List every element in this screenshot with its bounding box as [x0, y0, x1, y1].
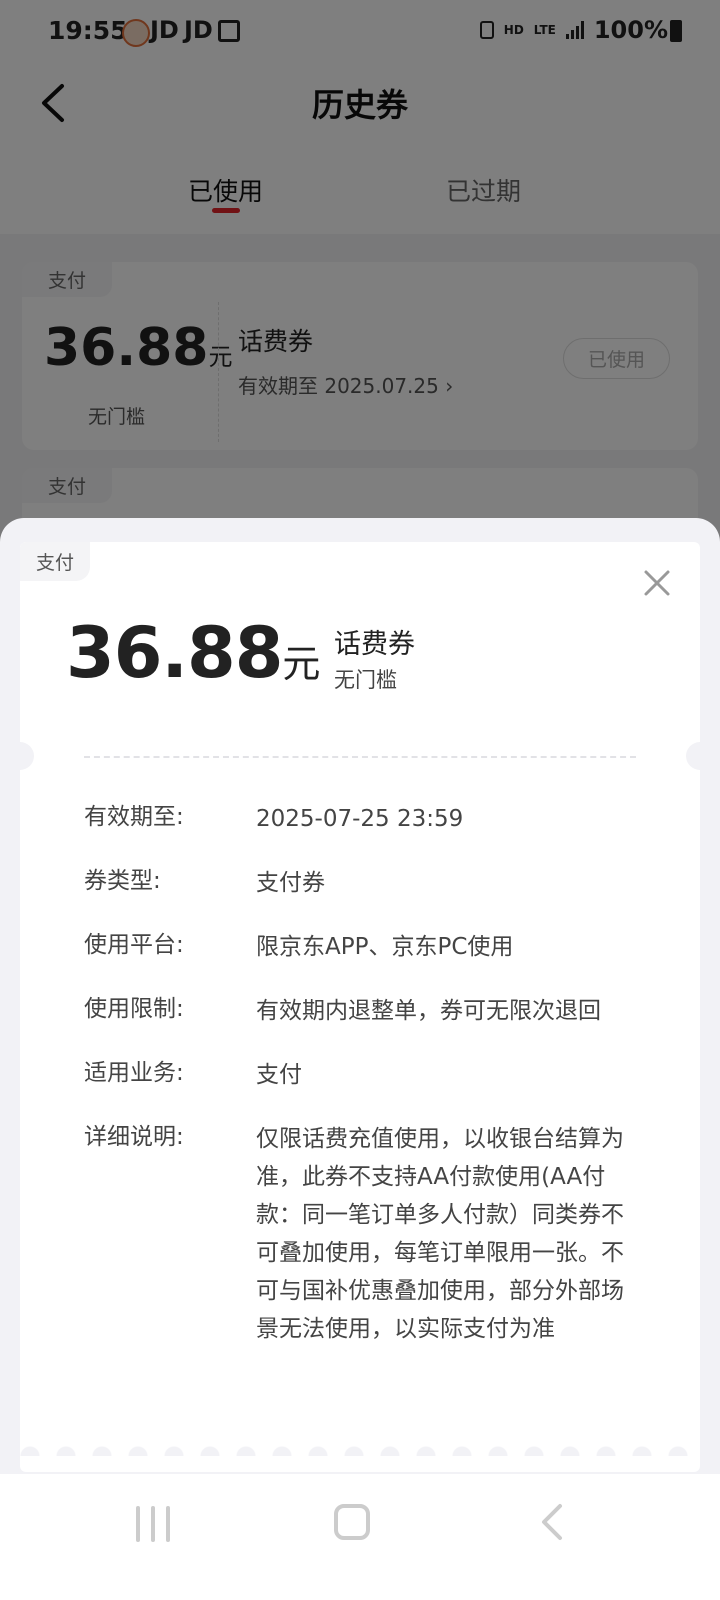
detail-value: 支付 [256, 1062, 302, 1088]
detail-label: 适用业务: [84, 1060, 184, 1086]
system-nav-bar [0, 1474, 720, 1600]
ticket-scalloped-edge [20, 1436, 700, 1456]
detail-row-platform: 使用平台: 限京东APP、京东PC使用 [84, 928, 644, 966]
recents-icon[interactable] [136, 1506, 170, 1542]
coupon-tag: 支付 [20, 542, 91, 581]
detail-label: 使用平台: [84, 932, 184, 958]
detail-value: 仅限话费充值使用，以收银台结算为准，此券不支持AA付款使用(AA付款：同一笔订单… [256, 1126, 624, 1342]
ticket-notch [686, 742, 700, 770]
coupon-amount: 36.88元 [66, 612, 320, 694]
coupon-threshold: 无门槛 [334, 668, 397, 692]
coupon-detail-sheet: 支付 36.88元 话费券 无门槛 有效期至: 2025-07-25 23:59… [0, 518, 720, 1600]
detail-row-description: 详细说明: 仅限话费充值使用，以收银台结算为准，此券不支持AA付款使用(AA付款… [84, 1120, 644, 1348]
detail-value: 限京东APP、京东PC使用 [256, 934, 514, 960]
detail-label: 有效期至: [84, 804, 184, 830]
dashed-divider [84, 756, 636, 758]
detail-label: 使用限制: [84, 996, 184, 1022]
coupon-name: 话费券 [334, 629, 415, 660]
ticket-notch [20, 742, 34, 770]
detail-value: 2025-07-25 23:59 [256, 806, 464, 832]
detail-label: 券类型: [84, 868, 161, 894]
detail-row-type: 券类型: 支付券 [84, 864, 644, 902]
coupon-detail-list: 有效期至: 2025-07-25 23:59 券类型: 支付券 使用平台: 限京… [84, 800, 644, 1374]
detail-value: 支付券 [256, 870, 325, 896]
detail-row-restriction: 使用限制: 有效期内退整单，券可无限次退回 [84, 992, 644, 1030]
detail-row-expiry: 有效期至: 2025-07-25 23:59 [84, 800, 644, 838]
detail-label: 详细说明: [84, 1124, 184, 1150]
detail-value: 有效期内退整单，券可无限次退回 [256, 998, 601, 1024]
detail-row-business: 适用业务: 支付 [84, 1056, 644, 1094]
home-icon[interactable] [334, 1504, 370, 1540]
coupon-detail-card: 支付 36.88元 话费券 无门槛 有效期至: 2025-07-25 23:59… [20, 542, 700, 1472]
nav-back-icon[interactable] [540, 1502, 564, 1542]
close-icon[interactable] [642, 568, 672, 598]
